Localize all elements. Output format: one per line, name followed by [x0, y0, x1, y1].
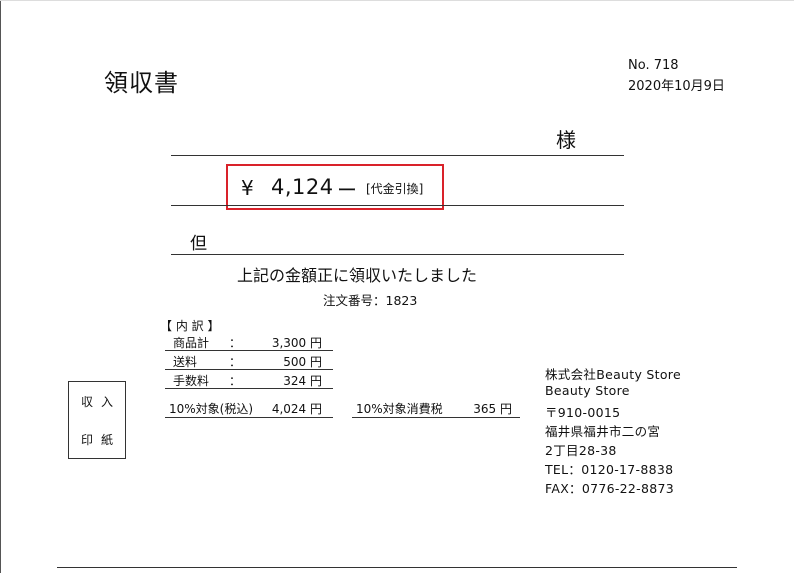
proviso-line — [171, 254, 624, 255]
revenue-stamp-box: 収入 印紙 — [68, 381, 126, 459]
breakdown-colon: ： — [229, 355, 242, 369]
tax-target-label: 10%対象(税込) — [169, 402, 254, 416]
order-number: 注文番号：1823 — [323, 293, 418, 308]
company-name: 株式会社Beauty Store — [545, 367, 681, 382]
amount-value: 4,124 — [271, 175, 334, 199]
bottom-rule — [57, 567, 737, 568]
breakdown-value-shipping: 500 円 — [283, 355, 322, 369]
page-edge — [0, 0, 1, 573]
currency-symbol: ¥ — [241, 176, 254, 200]
breakdown-value-subtotal: 3,300 円 — [271, 336, 322, 350]
breakdown-label-subtotal: 商品計 — [173, 336, 210, 350]
breakdown-row-line — [165, 369, 333, 370]
breakdown-label-fee: 手数料 — [173, 374, 210, 388]
receipt-number: No. 718 — [628, 58, 679, 73]
amount-dash: ー — [337, 178, 357, 202]
store-name: Beauty Store — [545, 383, 630, 398]
consumption-tax-label: 10%対象消費税 — [356, 402, 443, 416]
tax-target-value: 4,024 円 — [271, 402, 322, 416]
address-line-1: 福井県福井市二の宮 — [545, 424, 661, 439]
page-edge-top — [0, 0, 794, 1]
breakdown-row-line — [165, 388, 333, 389]
payment-method: [代金引換] — [366, 182, 424, 196]
stamp-text-2: 印紙 — [80, 433, 121, 447]
consumption-tax-value: 365 円 — [473, 402, 512, 416]
address-line-2: 2丁目28-38 — [545, 443, 617, 458]
breakdown-colon: ： — [229, 336, 242, 350]
breakdown-label-shipping: 送料 — [173, 355, 198, 369]
fax: FAX：0776-22-8873 — [545, 481, 675, 496]
telephone: TEL：0120-17-8838 — [545, 462, 674, 477]
breakdown-row-line — [165, 350, 333, 351]
receipt-title: 領収書 — [104, 69, 179, 97]
consumption-tax-line — [352, 417, 520, 418]
stamp-text-1: 収入 — [80, 395, 121, 409]
amount-line — [171, 205, 624, 206]
breakdown-colon: ： — [229, 374, 242, 388]
proviso-label: 但 — [190, 234, 207, 254]
receipt-date: 2020年10月9日 — [628, 79, 725, 94]
tax-target-line — [165, 417, 333, 418]
recipient-line — [171, 155, 624, 156]
breakdown-title: 【 内 訳 】 — [160, 319, 220, 333]
breakdown-value-fee: 324 円 — [283, 374, 322, 388]
recipient-suffix: 様 — [556, 128, 576, 152]
received-statement: 上記の金額正に領収いたしました — [237, 266, 478, 285]
postal-code: 〒910-0015 — [545, 405, 621, 420]
